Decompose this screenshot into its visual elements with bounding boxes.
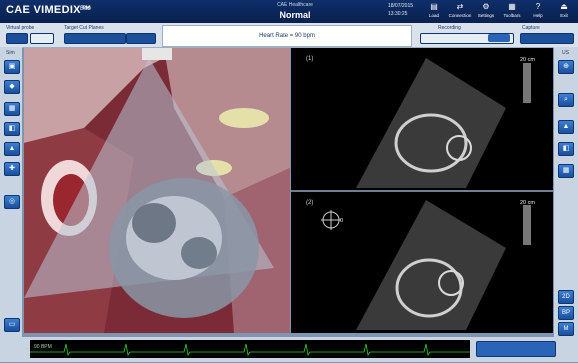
probe-toggle[interactable]: [30, 33, 54, 44]
us-tool-button-1[interactable]: ⊕: [558, 60, 574, 74]
bottom-tool-buttons[interactable]: [476, 341, 556, 357]
sim-tool-button-5[interactable]: ▲: [4, 142, 20, 156]
pane-1-number: (1): [306, 56, 314, 62]
pane-1-depth: 20 cm: [520, 57, 535, 63]
target-cut-planes-label: Target Cut Planes: [64, 25, 104, 31]
connection-icon: ⇄: [456, 2, 464, 11]
heart-rate-display: Heart Rate = 90 bpm: [162, 25, 412, 47]
us-tool-button-5[interactable]: ▦: [558, 164, 574, 178]
load-button[interactable]: ▤ Load: [422, 2, 446, 22]
crosshair-marker-value: 0: [340, 218, 344, 224]
sim-tool-button-4[interactable]: ◧: [4, 122, 20, 136]
center-subtitle: CAE Healthcare: [277, 2, 313, 8]
bpm-label: 90 BPM: [34, 344, 52, 350]
zoom-button[interactable]: ⌕: [558, 93, 574, 107]
exit-icon: ⏏: [560, 2, 568, 11]
sim-tool-button-7[interactable]: ◎: [4, 195, 20, 209]
help-button[interactable]: ? Help: [526, 2, 550, 22]
sim-tool-button-8[interactable]: ▭: [4, 318, 20, 332]
us-tool-button-4[interactable]: ◧: [558, 142, 574, 156]
exit-button[interactable]: ⏏ Exit: [552, 2, 576, 22]
us-tool-button-3[interactable]: ▲: [558, 120, 574, 134]
cut-planes-buttons[interactable]: [126, 33, 156, 44]
anatomy-render: [24, 48, 290, 333]
capture-label: Capture: [522, 25, 540, 31]
date-label: 18/07/2015: [388, 3, 414, 9]
virtual-probe-label: Virtual probe: [6, 25, 35, 31]
ecg-waveform: [30, 343, 470, 357]
recording-slider-handle[interactable]: [488, 34, 510, 42]
gear-icon: ⚙: [482, 2, 490, 11]
sim-tool-button-6[interactable]: ✚: [4, 162, 20, 176]
sim-tool-button-2[interactable]: ◆: [4, 80, 20, 94]
time-label: 13:30:25: [388, 11, 408, 17]
capture-buttons[interactable]: [520, 33, 574, 44]
sim-tool-button-1[interactable]: ▣: [4, 60, 20, 74]
pane-2-depth: 20 cm: [520, 200, 535, 206]
settings-button[interactable]: ⚙ Settings: [474, 2, 498, 22]
recording-label: Recording: [438, 25, 461, 31]
toolbars-button[interactable]: ▦ Toolbars: [500, 2, 524, 22]
anatomy-3d-view[interactable]: [24, 48, 290, 333]
folder-icon: ▤: [430, 2, 438, 11]
ultrasound-divider: [291, 190, 553, 192]
ecg-strip: [30, 340, 470, 358]
pane-2-number: (2): [306, 200, 314, 206]
user-name: Bob: [80, 6, 91, 12]
connection-button[interactable]: ⇄ Connection: [448, 2, 472, 22]
cut-planes-select[interactable]: [64, 33, 126, 44]
toolbars-icon: ▦: [508, 2, 516, 11]
probe-select[interactable]: [6, 33, 28, 44]
us-label: US: [562, 50, 569, 56]
mode-2d-button[interactable]: 2D: [558, 290, 574, 304]
sim-label: Sim: [6, 50, 15, 56]
mode-label: Normal: [279, 10, 311, 20]
sim-tool-button-3[interactable]: ▦: [4, 102, 20, 116]
mode-bp-button[interactable]: BP: [558, 306, 574, 320]
mode-m-button[interactable]: M: [558, 322, 574, 336]
help-icon: ?: [535, 2, 541, 11]
